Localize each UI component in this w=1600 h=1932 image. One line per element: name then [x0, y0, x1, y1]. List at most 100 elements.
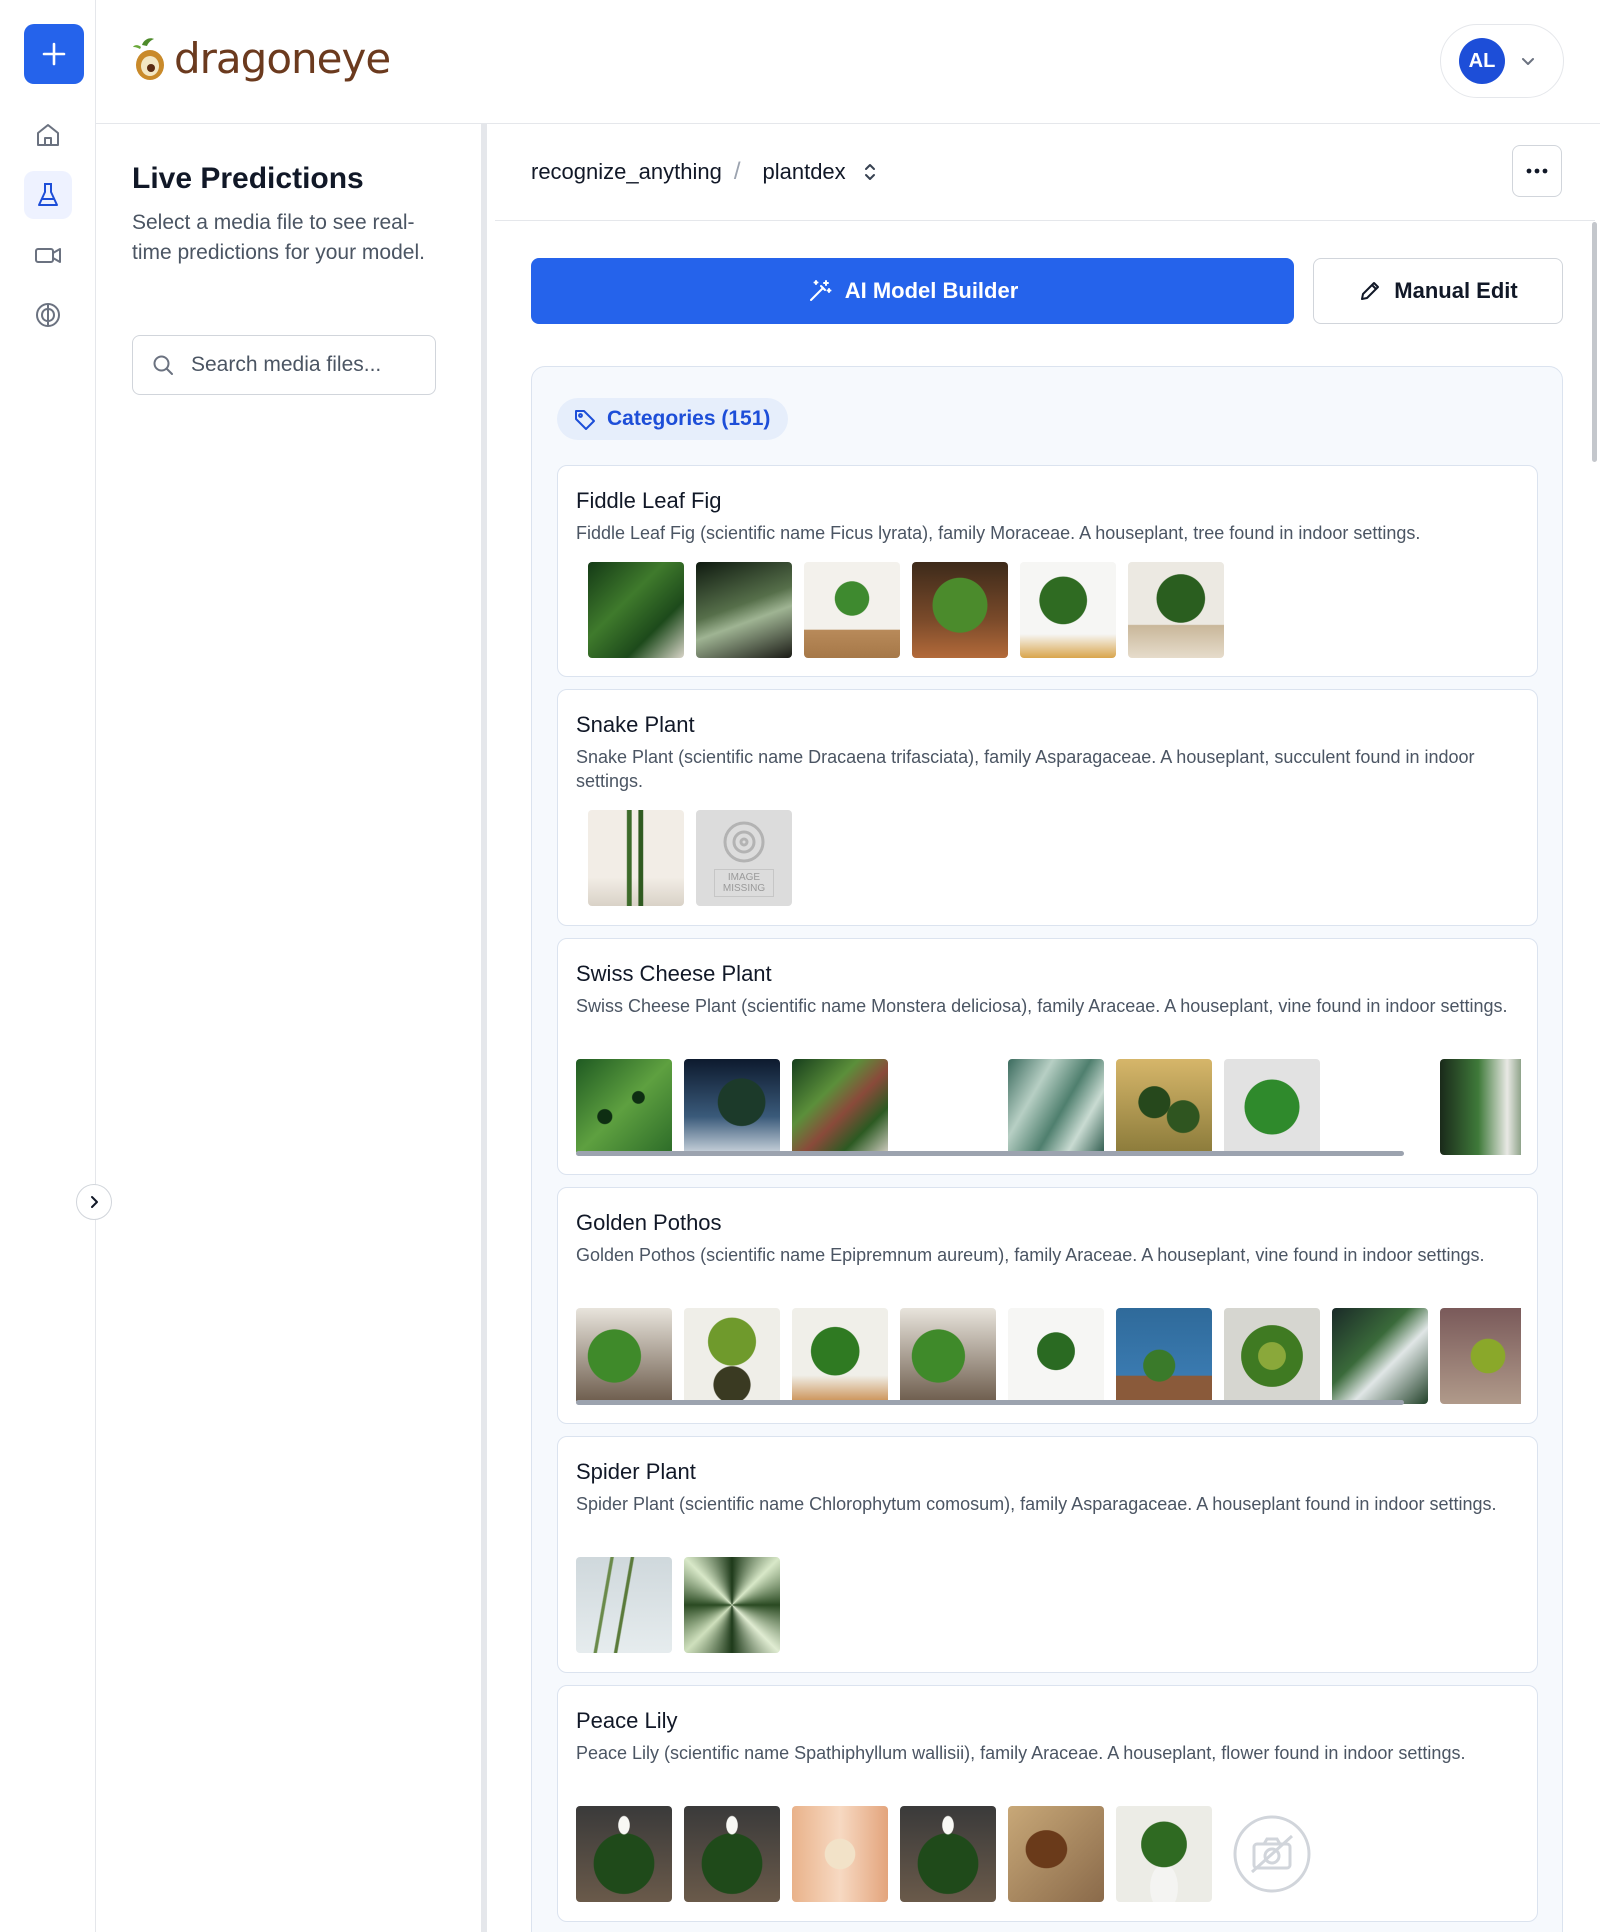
camera-placeholder-thumbnail[interactable]: [1224, 1806, 1320, 1902]
category-description: Spider Plant (scientific name Chlorophyt…: [576, 1494, 1497, 1514]
top-header: dragoneye AL: [96, 0, 1600, 124]
plant-thumbnail[interactable]: [900, 1308, 996, 1404]
plant-thumbnail[interactable]: [1440, 1059, 1521, 1155]
breadcrumb-project[interactable]: recognize_anything: [531, 159, 722, 185]
plant-thumbnail[interactable]: [576, 1806, 672, 1902]
panel-divider[interactable]: [481, 124, 487, 1932]
home-nav-button[interactable]: [24, 111, 72, 159]
plant-thumbnail[interactable]: [1128, 562, 1224, 658]
category-name: Fiddle Leaf Fig: [576, 488, 722, 513]
plant-thumbnail[interactable]: [1116, 1308, 1212, 1404]
chevron-down-icon: [1522, 58, 1534, 65]
search-icon: [153, 355, 173, 375]
more-options-button[interactable]: [1512, 145, 1562, 197]
plant-thumbnail[interactable]: [912, 562, 1008, 658]
plant-thumbnail[interactable]: [1116, 1806, 1212, 1902]
dragonfruit-logo-icon: [133, 37, 164, 80]
plant-thumbnail[interactable]: [684, 1308, 780, 1404]
plant-thumbnail[interactable]: [900, 1806, 996, 1902]
manual-edit-button[interactable]: Manual Edit: [1313, 258, 1563, 324]
chevron-right-icon: [91, 1196, 98, 1208]
category-card[interactable]: Fiddle Leaf Fig Fiddle Leaf Fig (scienti…: [557, 465, 1538, 677]
category-description: Peace Lily (scientific name Spathiphyllu…: [576, 1743, 1466, 1763]
magic-wand-icon: [809, 280, 832, 301]
category-card[interactable]: Peace Lily Peace Lily (scientific name S…: [557, 1685, 1538, 1922]
blank-thumbnail[interactable]: [900, 1059, 996, 1155]
plant-thumbnail[interactable]: [696, 562, 792, 658]
icon-rail: [0, 0, 96, 1932]
search-box[interactable]: [132, 335, 436, 395]
image-strip: [576, 1059, 1521, 1155]
plant-thumbnail[interactable]: [1008, 1806, 1104, 1902]
plant-thumbnail[interactable]: [792, 1308, 888, 1404]
category-name: Spider Plant: [576, 1459, 696, 1484]
category-description: Golden Pothos (scientific name Epipremnu…: [576, 1245, 1485, 1265]
category-card[interactable]: Snake Plant Snake Plant (scientific name…: [557, 689, 1538, 926]
plant-thumbnail[interactable]: [1332, 1308, 1428, 1404]
ai-model-builder-label: AI Model Builder: [844, 278, 1019, 303]
logo[interactable]: dragoneye: [132, 34, 391, 83]
chevron-up-down-icon: [864, 164, 875, 180]
breadcrumb-model[interactable]: plantdex: [762, 159, 845, 185]
logo-text: dragoneye: [174, 34, 391, 83]
plant-thumbnail[interactable]: [684, 1806, 780, 1902]
horizontal-scrollbar[interactable]: [576, 1151, 1404, 1156]
category-description: Swiss Cheese Plant (scientific name Mons…: [576, 996, 1508, 1016]
vertical-scrollbar[interactable]: [1592, 222, 1597, 462]
plant-thumbnail[interactable]: [1008, 1308, 1104, 1404]
plant-thumbnail[interactable]: [1116, 1059, 1212, 1155]
add-button[interactable]: [24, 24, 84, 84]
user-menu[interactable]: AL: [1440, 24, 1564, 98]
image-missing-label: IMAGE MISSING: [714, 869, 774, 897]
plant-thumbnail[interactable]: [588, 810, 684, 906]
category-name: Swiss Cheese Plant: [576, 961, 772, 986]
search-media-input[interactable]: [191, 353, 411, 377]
plant-thumbnail[interactable]: [1008, 1059, 1104, 1155]
plant-thumbnail[interactable]: [588, 562, 684, 658]
blank-thumbnail[interactable]: [1332, 1059, 1428, 1155]
plant-thumbnail[interactable]: [792, 1806, 888, 1902]
plant-thumbnail[interactable]: [684, 1557, 780, 1653]
main-content: recognize_anything / plantdex AI Model B…: [495, 124, 1600, 1932]
experiments-nav-button[interactable]: [24, 171, 72, 219]
plant-thumbnail[interactable]: [576, 1059, 672, 1155]
manual-edit-label: Manual Edit: [1394, 278, 1518, 303]
video-icon: [35, 248, 61, 263]
category-description: Fiddle Leaf Fig (scientific name Ficus l…: [576, 523, 1421, 543]
plant-thumbnail[interactable]: [576, 1308, 672, 1404]
model-switcher[interactable]: [860, 160, 880, 184]
plant-thumbnail[interactable]: [684, 1059, 780, 1155]
image-strip: [588, 562, 1533, 658]
plant-thumbnail[interactable]: [576, 1557, 672, 1653]
categories-count: Categories (151): [607, 407, 771, 430]
category-name: Peace Lily: [576, 1708, 678, 1733]
panel-subtitle: Select a media file to see real-time pre…: [132, 211, 425, 264]
plant-thumbnail[interactable]: [1440, 1308, 1521, 1404]
category-card[interactable]: Golden Pothos Golden Pothos (scientific …: [557, 1187, 1538, 1424]
avatar: AL: [1459, 38, 1505, 84]
pencil-icon: [1361, 282, 1380, 300]
models-nav-button[interactable]: [24, 291, 72, 339]
categories-panel: Categories (151) Fiddle Leaf Fig Fiddle …: [531, 366, 1563, 1932]
plant-thumbnail[interactable]: [1224, 1059, 1320, 1155]
plant-thumbnail[interactable]: [804, 562, 900, 658]
image-missing-thumbnail[interactable]: IMAGE MISSING: [696, 810, 792, 906]
home-icon: [37, 124, 59, 146]
image-strip: IMAGE MISSING: [588, 810, 1533, 906]
plant-thumbnail[interactable]: [1020, 562, 1116, 658]
plant-thumbnail[interactable]: [1224, 1308, 1320, 1404]
expand-panel-button[interactable]: [76, 1184, 112, 1220]
video-nav-button[interactable]: [24, 231, 72, 279]
horizontal-scrollbar[interactable]: [576, 1400, 1404, 1405]
ai-model-builder-button[interactable]: AI Model Builder: [531, 258, 1294, 324]
image-strip: [576, 1806, 1521, 1902]
panel-title: Live Predictions: [132, 162, 364, 195]
image-strip: [576, 1557, 1521, 1653]
breadcrumb: recognize_anything / plantdex: [531, 158, 880, 186]
breadcrumb-separator: /: [733, 158, 741, 185]
category-card[interactable]: Swiss Cheese Plant Swiss Cheese Plant (s…: [557, 938, 1538, 1175]
categories-badge[interactable]: Categories (151): [557, 398, 789, 440]
brain-icon: [36, 303, 60, 327]
category-card[interactable]: Spider Plant Spider Plant (scientific na…: [557, 1436, 1538, 1673]
plant-thumbnail[interactable]: [792, 1059, 888, 1155]
